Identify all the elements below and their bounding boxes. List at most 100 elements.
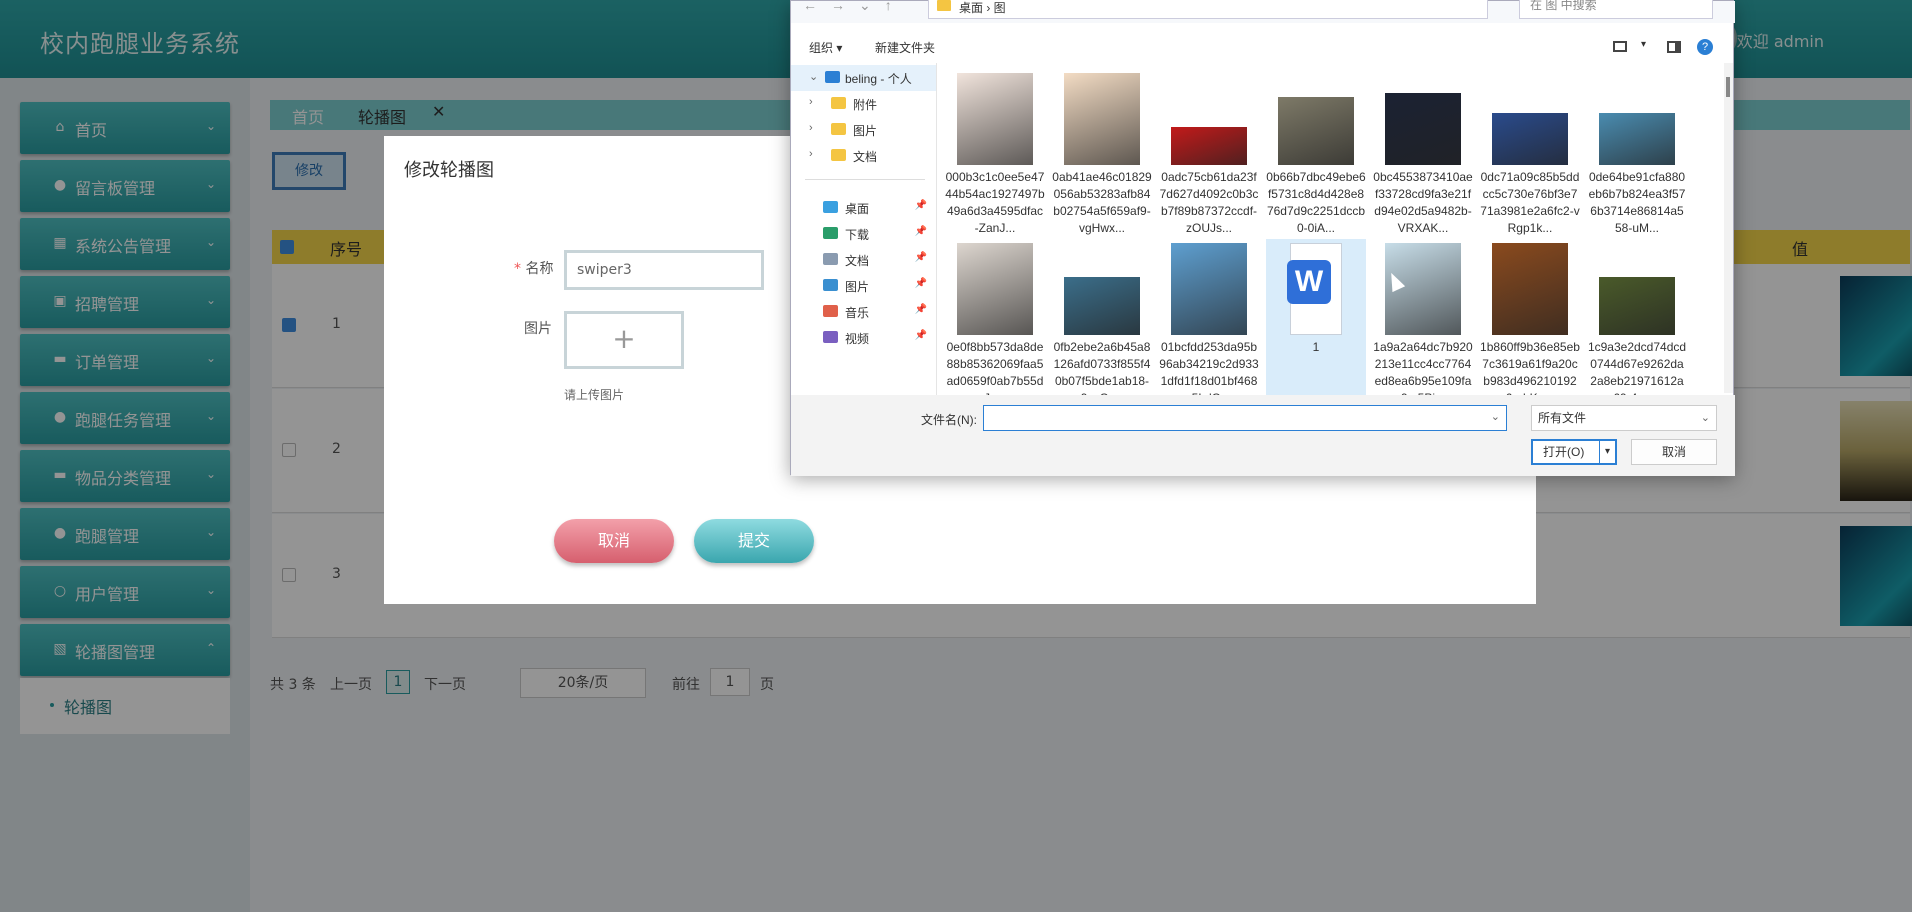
split-dropdown-icon[interactable]: ▾	[1599, 441, 1615, 463]
nav-separator	[805, 179, 925, 180]
expand-arrow-icon[interactable]: ⌄	[809, 70, 818, 83]
video-icon	[823, 331, 838, 343]
nav-tree-item[interactable]: 下载 📌	[791, 221, 936, 247]
file-name: 1a9a2a64dc7b920213e11cc4cc7764ed8ea6b95e…	[1373, 340, 1473, 395]
file-tile[interactable]: 000b3c1c0ee5e4744b54ac1927497b49a6d3a459…	[945, 69, 1045, 235]
file-grid: 000b3c1c0ee5e4744b54ac1927497b49a6d3a459…	[941, 63, 1721, 395]
nav-tree-label: 视频	[845, 332, 870, 346]
address-bar[interactable]: 桌面 › 图	[928, 0, 1488, 19]
pin-icon: 📌	[914, 330, 927, 341]
expand-arrow-icon[interactable]: ›	[809, 148, 813, 160]
nav-tree-label: 图片	[845, 280, 870, 294]
nav-tree-item[interactable]: ⌄ beling - 个人	[791, 65, 936, 91]
submit-button[interactable]: 提交	[694, 519, 814, 563]
desktop-icon	[823, 201, 838, 213]
pin-icon: 📌	[914, 226, 927, 237]
name-input[interactable]: swiper3	[564, 250, 764, 290]
nav-tree-item[interactable]: 桌面 📌	[791, 195, 936, 221]
preview-pane-icon[interactable]	[1667, 41, 1681, 53]
file-name: 01bcfdd253da95b96ab34219c2d9331dfd1f18d0…	[1159, 340, 1259, 395]
nav-tree-item[interactable]: › 附件	[791, 91, 936, 117]
pin-icon: 📌	[914, 252, 927, 263]
image-thumbnail	[1385, 93, 1461, 165]
cancel-button[interactable]: 取消	[554, 519, 674, 563]
file-name: 0ab41ae46c01829056ab53283afb84b02754a5f6…	[1052, 170, 1152, 235]
scrollbar[interactable]	[1724, 63, 1733, 393]
organize-menu[interactable]: 组织 ▾	[809, 39, 842, 56]
nav-tree-item[interactable]: 图片 📌	[791, 273, 936, 299]
file-open-dialog: ←→⌄↑ 桌面 › 图 在 图 中搜索 组织 ▾ 新建文件夹 ▾ ? ⌄ beli…	[790, 0, 1735, 476]
expand-arrow-icon[interactable]: ›	[809, 122, 813, 134]
file-name: 1b860ff9b36e85eb7c3619a61f9a20cb983d4962…	[1480, 340, 1580, 395]
help-icon[interactable]: ?	[1697, 39, 1713, 55]
image-thumbnail	[1064, 277, 1140, 335]
nav-tree-item[interactable]: › 图片	[791, 117, 936, 143]
nav-arrows-icon[interactable]: ←→⌄↑	[803, 0, 906, 14]
file-name: 0adc75cb61da23f7d627d4092c0b3cb7f89b8737…	[1159, 170, 1259, 235]
nav-tree-label: 文档	[845, 254, 870, 268]
expand-arrow-icon[interactable]: ›	[809, 96, 813, 108]
file-tile[interactable]: 0dc71a09c85b5ddcc5c730e76bf3e771a3981e2a…	[1480, 69, 1580, 235]
image-thumbnail	[957, 243, 1033, 335]
nav-tree-item[interactable]: 文档 📌	[791, 247, 936, 273]
file-tile[interactable]: 0de64be91cfa880eb6b7b824ea3f576b3714e868…	[1587, 69, 1687, 235]
file-dialog-cancel-button[interactable]: 取消	[1631, 439, 1717, 465]
filename-label: 文件名(N):	[921, 413, 977, 427]
view-dropdown-icon[interactable]: ▾	[1641, 39, 1646, 50]
open-button-label: 打开(O)	[1543, 445, 1585, 459]
nav-tree-label: 桌面	[845, 202, 870, 216]
image-upload[interactable]: +	[564, 311, 684, 369]
pin-icon: 📌	[914, 304, 927, 315]
file-name: 0e0f8bb573da8de88b85362069faa5ad0659f0ab…	[946, 340, 1044, 395]
image-thumbnail	[1278, 97, 1354, 165]
file-tile[interactable]: 0fb2ebe2a6b45a8126afd0733f855f40b07f5bde…	[1052, 239, 1152, 395]
filetype-select[interactable]: 所有文件 ⌄	[1531, 405, 1717, 431]
word-document-icon: W	[1287, 243, 1342, 335]
filename-input[interactable]: ⌄	[983, 405, 1507, 431]
file-tile[interactable]: 1b860ff9b36e85eb7c3619a61f9a20cb983d4962…	[1480, 239, 1580, 395]
pin-icon: 📌	[914, 200, 927, 211]
open-button[interactable]: 打开(O) ▾	[1531, 439, 1617, 465]
name-label: * 名称	[514, 261, 554, 277]
file-tile[interactable]: 0e0f8bb573da8de88b85362069faa5ad0659f0ab…	[945, 239, 1045, 395]
nav-tree-label: 图片	[853, 124, 878, 138]
nav-tree-item[interactable]: 音乐 📌	[791, 299, 936, 325]
search-input[interactable]: 在 图 中搜索	[1519, 0, 1713, 19]
file-name: 0dc71a09c85b5ddcc5c730e76bf3e771a3981e2a…	[1480, 170, 1580, 235]
image-thumbnail	[957, 73, 1033, 165]
file-tile[interactable]: 0adc75cb61da23f7d627d4092c0b3cb7f89b8737…	[1159, 69, 1259, 235]
file-tile[interactable]: 0ab41ae46c01829056ab53283afb84b02754a5f6…	[1052, 69, 1152, 235]
nav-tree-label: beling - 个人	[845, 72, 912, 86]
chevron-down-icon[interactable]: ⌄	[1491, 410, 1500, 423]
cloud-icon	[825, 71, 840, 83]
image-thumbnail	[1064, 73, 1140, 165]
scrollbar-thumb[interactable]	[1726, 77, 1730, 97]
file-name: 000b3c1c0ee5e4744b54ac1927497b49a6d3a459…	[945, 170, 1045, 235]
file-tile[interactable]: 1c9a3e2dcd74dcd0744d67e9262da2a8eb219716…	[1587, 239, 1687, 395]
file-tile[interactable]: 0b66b7dbc49ebe6f5731c8d4d428e876d7d9c225…	[1266, 69, 1366, 235]
download-icon	[823, 227, 838, 239]
file-name: 0fb2ebe2a6b45a8126afd0733f855f40b07f5bde…	[1053, 340, 1151, 395]
file-tile[interactable]: 01bcfdd253da95b96ab34219c2d9331dfd1f18d0…	[1159, 239, 1259, 395]
image-thumbnail	[1171, 243, 1247, 335]
file-tile[interactable]: 0bc4553873410aef33728cd9fa3e21fd94e02d5a…	[1373, 69, 1473, 235]
nav-tree-item[interactable]: › 文档	[791, 143, 936, 169]
folder-icon	[937, 0, 951, 11]
dialog-title: 修改轮播图	[404, 160, 494, 181]
file-tile[interactable]: 1a9a2a64dc7b920213e11cc4cc7764ed8ea6b95e…	[1373, 239, 1473, 395]
document-icon	[823, 253, 838, 265]
music-icon	[823, 305, 838, 317]
filetype-value: 所有文件	[1538, 411, 1587, 425]
file-dialog-topbar: ←→⌄↑ 桌面 › 图 在 图 中搜索	[791, 0, 1735, 23]
image-thumbnail	[1599, 113, 1675, 165]
view-icon[interactable]	[1613, 41, 1627, 52]
file-tile[interactable]: W1	[1266, 239, 1366, 395]
image-label: 图片	[524, 321, 552, 337]
file-dialog-footer: 文件名(N): ⌄ 所有文件 ⌄ 打开(O) ▾ 取消	[791, 395, 1735, 476]
image-thumbnail	[1492, 243, 1568, 335]
address-path: 桌面 › 图	[959, 1, 1006, 15]
new-folder-button[interactable]: 新建文件夹	[875, 39, 935, 56]
file-name: 1c9a3e2dcd74dcd0744d67e9262da2a8eb219716…	[1587, 340, 1687, 395]
file-name: 0b66b7dbc49ebe6f5731c8d4d428e876d7d9c225…	[1266, 170, 1366, 235]
nav-tree-item[interactable]: 视频 📌	[791, 325, 936, 351]
